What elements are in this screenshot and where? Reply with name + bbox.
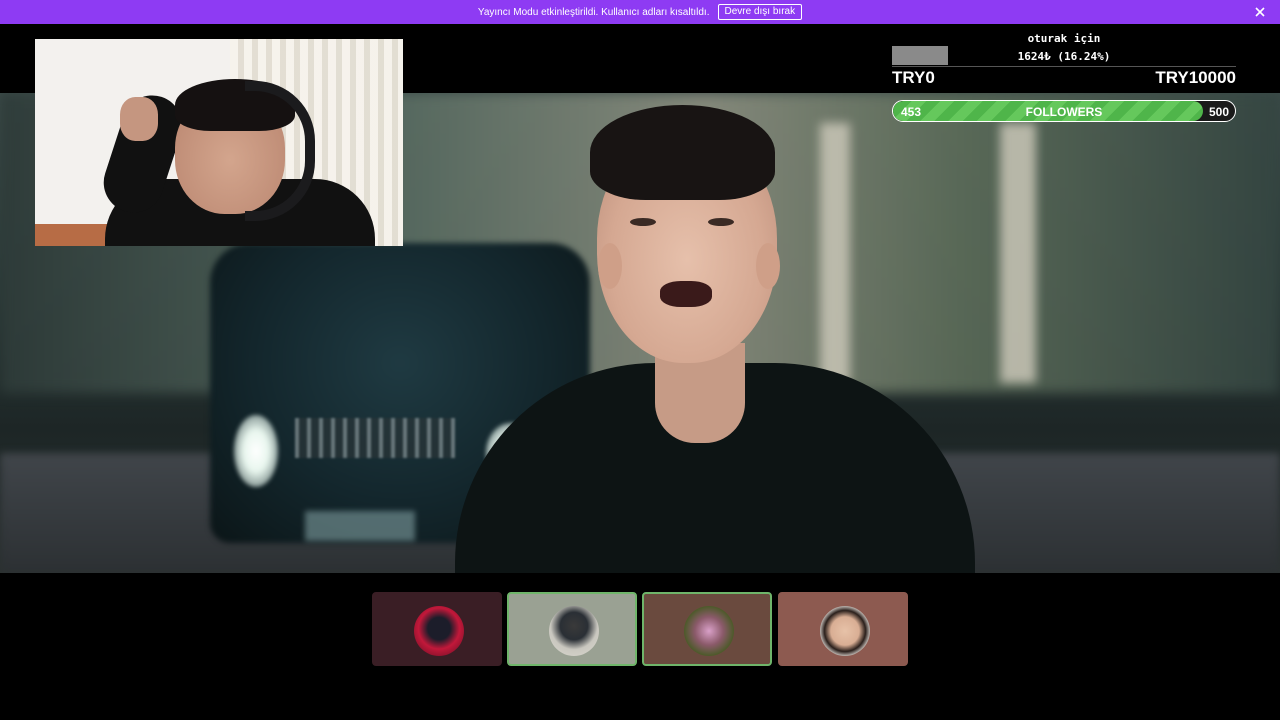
video-person-ear (756, 243, 780, 289)
video-person-eye (708, 218, 734, 226)
goal-min-label: TRY0 (892, 68, 935, 87)
webcam-overlay (35, 39, 403, 246)
video-person-ear (598, 243, 622, 289)
video-plate (305, 511, 415, 541)
viewer-card-2[interactable] (507, 592, 637, 666)
video-pillar (1000, 123, 1036, 383)
followers-target: 500 (1208, 105, 1229, 119)
banner-message: Yayıncı Modu etkinleştirildi. Kullanıcı … (477, 6, 710, 18)
viewer-card-4[interactable] (778, 592, 908, 666)
webcam-frame (35, 224, 115, 246)
disable-streamer-mode-button[interactable]: Devre dışı bırak (717, 4, 803, 20)
donation-goal: oturak için 1624₺ (16.24%) TRY0 TRY10000 (892, 32, 1236, 92)
viewer-card-3[interactable] (642, 592, 772, 666)
streamer-mode-banner: Yayıncı Modu etkinleştirildi. Kullanıcı … (0, 0, 1280, 24)
goal-title: oturak için (1027, 32, 1101, 45)
man-avatar (549, 606, 599, 656)
followers-label: FOLLOWERS (1025, 105, 1103, 119)
video-person-eye (630, 218, 656, 226)
mustache-man-avatar (820, 606, 870, 656)
goal-amount: 1624₺ (16.24%) (1017, 50, 1111, 63)
viewer-cards (372, 592, 908, 666)
lights-avatar (684, 606, 734, 656)
stream-view: oturak için 1624₺ (16.24%) TRY0 TRY10000… (0, 0, 1280, 720)
viewer-card-1[interactable] (372, 592, 502, 666)
video-car-grill (295, 418, 455, 458)
video-person-mouth (660, 281, 712, 307)
goal-max-label: TRY10000 (1155, 68, 1236, 87)
video-pillar (820, 123, 850, 383)
video-person-hair (590, 105, 775, 200)
followers-goal-bar: 453 FOLLOWERS 500 (892, 100, 1236, 122)
video-headlight (234, 415, 278, 487)
close-icon[interactable] (1252, 4, 1268, 20)
red-figure-avatar (414, 606, 464, 656)
webcam-person-hand (120, 97, 158, 141)
